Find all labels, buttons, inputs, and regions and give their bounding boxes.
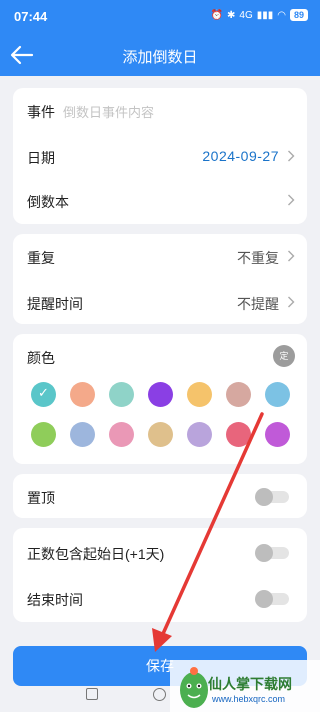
color-swatch[interactable]: [70, 422, 95, 447]
chevron-right-icon: [288, 150, 295, 162]
date-value[interactable]: 2024-09-27: [202, 148, 279, 164]
repeat-value[interactable]: 不重复: [237, 248, 279, 268]
color-swatch[interactable]: ✓: [31, 382, 56, 407]
color-swatch[interactable]: [70, 382, 95, 407]
date-label: 日期: [27, 150, 55, 166]
reminder-label: 提醒时间: [27, 296, 83, 312]
date-row[interactable]: 日期 2024-09-27: [13, 134, 307, 178]
title-bar: 添加倒数日: [0, 34, 320, 76]
status-icons: ⏰ ✱ 4G ▮▮▮ ◠ 89: [211, 9, 308, 21]
page-title: 添加倒数日: [122, 49, 198, 66]
color-swatch[interactable]: [148, 422, 173, 447]
color-card: 颜色 定 ✓: [13, 334, 307, 464]
chevron-right-icon: [288, 296, 295, 308]
color-swatch[interactable]: [265, 382, 290, 407]
color-swatch[interactable]: [226, 422, 251, 447]
event-label: 事件: [27, 104, 55, 120]
chevron-right-icon: [288, 250, 295, 262]
include-start-row: 正数包含起始日(+1天): [13, 530, 307, 574]
color-swatch[interactable]: [226, 382, 251, 407]
watermark-text: 仙人掌下载网: [208, 676, 292, 692]
recent-apps-icon[interactable]: [86, 688, 98, 700]
reminder-value[interactable]: 不提醒: [237, 294, 279, 314]
check-icon: ✓: [38, 385, 49, 400]
event-row[interactable]: 事件 倒数日事件内容: [13, 88, 307, 132]
color-swatch[interactable]: [109, 382, 134, 407]
options-card: 正数包含起始日(+1天) 结束时间: [13, 528, 307, 622]
color-swatch[interactable]: [265, 422, 290, 447]
network-label: 4G: [239, 9, 253, 21]
watermark-url: www.hebxqrc.com: [212, 694, 286, 704]
home-icon[interactable]: [153, 688, 166, 701]
pin-card: 置顶: [13, 474, 307, 518]
repeat-row[interactable]: 重复 不重复: [13, 234, 307, 278]
custom-color-button[interactable]: 定: [273, 345, 295, 367]
color-swatch[interactable]: [148, 382, 173, 407]
pin-row: 置顶: [13, 474, 307, 518]
color-swatch[interactable]: [31, 422, 56, 447]
color-swatch[interactable]: [109, 422, 134, 447]
status-bar: 07:44 ⏰ ✱ 4G ▮▮▮ ◠ 89: [0, 0, 320, 34]
status-time: 07:44: [14, 9, 48, 24]
pin-toggle[interactable]: [255, 488, 289, 506]
pin-label: 置顶: [27, 490, 55, 506]
chevron-right-icon: [288, 194, 295, 206]
wifi-icon: ◠: [277, 9, 286, 21]
alarm-icon: ⏰: [210, 9, 223, 21]
bluetooth-icon: ✱: [227, 9, 236, 21]
include-start-label: 正数包含起始日(+1天): [27, 546, 165, 562]
end-time-label: 结束时间: [27, 592, 83, 608]
include-start-toggle[interactable]: [255, 544, 289, 562]
reminder-row[interactable]: 提醒时间 不提醒: [13, 280, 307, 324]
battery-icon: 89: [289, 9, 308, 21]
book-row[interactable]: 倒数本: [13, 178, 307, 222]
repeat-card: 重复 不重复 提醒时间 不提醒: [13, 234, 307, 324]
event-input[interactable]: 倒数日事件内容: [63, 102, 154, 121]
event-card: 事件 倒数日事件内容 日期 2024-09-27 倒数本: [13, 88, 307, 224]
signal-icon: ▮▮▮: [256, 9, 274, 21]
end-time-toggle[interactable]: [255, 590, 289, 608]
end-time-row: 结束时间: [13, 576, 307, 620]
color-label: 颜色: [27, 350, 55, 366]
color-swatch[interactable]: [187, 422, 212, 447]
book-label: 倒数本: [27, 194, 69, 210]
repeat-label: 重复: [27, 250, 55, 266]
color-swatch[interactable]: [187, 382, 212, 407]
